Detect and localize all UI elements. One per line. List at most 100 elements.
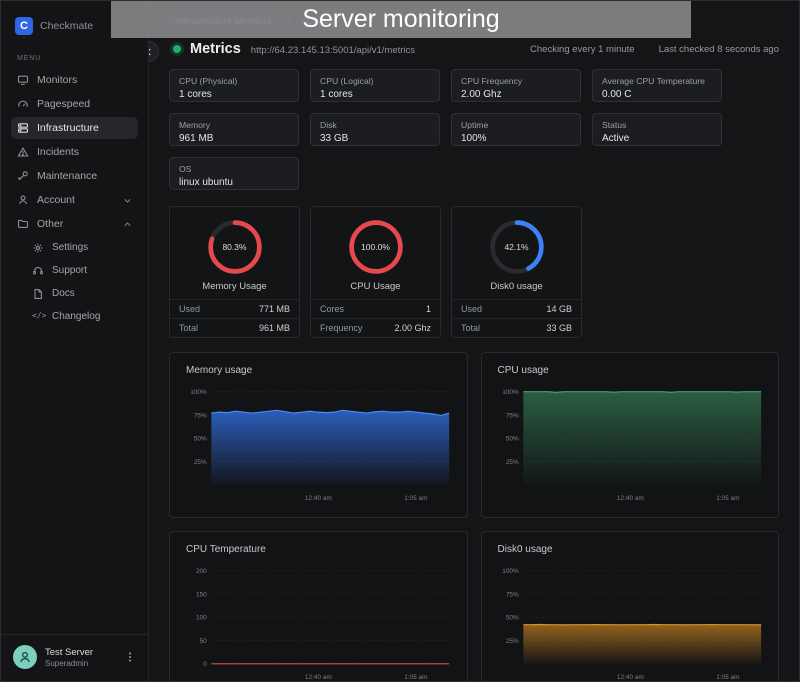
svg-text:75%: 75% [505, 412, 518, 419]
sidebar: C Checkmate MENU Monitors Pagespeed Infr… [1, 1, 149, 681]
svg-text:100: 100 [196, 615, 207, 622]
stat-card-os: OS linux ubuntu [169, 157, 299, 190]
gauge-percent: 42.1% [487, 217, 547, 277]
kebab-menu-icon[interactable] [124, 651, 136, 663]
stat-card-disk: Disk 33 GB [310, 113, 440, 146]
sidebar-sub-items: Settings Support Docs </> Changelog [11, 237, 138, 329]
stat-value: 961 MB [179, 133, 289, 144]
gauge-kv-value: 1 [426, 304, 431, 314]
changelog-code-icon: </> [32, 311, 44, 323]
gauge-card-memory-usage: 80.3% Memory Usage Used 771 MB Total 961… [169, 206, 300, 338]
stat-label: Uptime [461, 120, 571, 130]
user-role: Superadmin [45, 659, 93, 668]
gauges-row: 80.3% Memory Usage Used 771 MB Total 961… [169, 206, 779, 338]
sidebar-item-label: Support [52, 265, 87, 276]
page-header: Metrics http://64.23.145.13:5001/api/v1/… [169, 41, 779, 57]
sidebar-item-label: Incidents [37, 146, 79, 158]
gauge-percent: 80.3% [205, 217, 265, 277]
svg-text:12:40 am: 12:40 am [616, 674, 643, 681]
sidebar-item-changelog[interactable]: </> Changelog [26, 306, 138, 327]
disk0-usage-chart: 25%50%75%100%12:40 am1:05 am [492, 561, 769, 681]
menu-section-label: MENU [11, 51, 138, 69]
gauge-row-total: Total 961 MB [170, 318, 299, 337]
stat-label: Status [602, 120, 712, 130]
sidebar-item-account[interactable]: Account [11, 189, 138, 211]
stat-value: 1 cores [320, 89, 430, 100]
sidebar-item-incidents[interactable]: Incidents [11, 141, 138, 163]
headset-icon [32, 265, 44, 277]
chevron-up-icon [123, 220, 132, 229]
gauge-title: Disk0 usage [452, 279, 581, 299]
sidebar-item-label: Other [37, 218, 63, 230]
gauge-kv-value: 2.00 Ghz [394, 323, 431, 333]
disk-gauge: 42.1% [487, 217, 547, 277]
svg-text:50%: 50% [505, 436, 518, 443]
sidebar-collapse-button[interactable] [149, 41, 159, 62]
cpu-usage-chart: 25% 50% 75% 100% 12:40 am 1:05 am [492, 382, 769, 508]
svg-text:1:05 am: 1:05 am [716, 495, 740, 502]
stat-card-avg-cpu-temperature: Average CPU Temperature 0.00 C [592, 69, 722, 102]
sidebar-item-label: Changelog [52, 311, 100, 322]
main-content: Infrastructure Monitors > Details Metric… [149, 1, 799, 681]
svg-text:0: 0 [203, 661, 207, 668]
sidebar-item-infrastructure[interactable]: Infrastructure [11, 117, 138, 139]
gauge-kv-value: 961 MB [259, 323, 290, 333]
stat-label: CPU (Logical) [320, 76, 430, 86]
stat-card-cpu-logical: CPU (Logical) 1 cores [310, 69, 440, 102]
stat-value: 2.00 Ghz [461, 89, 571, 100]
incidents-icon [17, 146, 29, 158]
sidebar-item-label: Pagespeed [37, 98, 90, 110]
sidebar-item-maintenance[interactable]: Maintenance [11, 165, 138, 187]
gauge-title: CPU Usage [311, 279, 440, 299]
stat-card-memory: Memory 961 MB [169, 113, 299, 146]
stat-card-cpu-physical: CPU (Physical) 1 cores [169, 69, 299, 102]
sidebar-item-pagespeed[interactable]: Pagespeed [11, 93, 138, 115]
sidebar-item-label: Docs [52, 288, 75, 299]
charts-grid: Memory usage 25% 50% 75% 100% 12:40 am 1:05 a… [169, 352, 779, 681]
sidebar-item-monitors[interactable]: Monitors [11, 69, 138, 91]
svg-text:12:40 am: 12:40 am [305, 674, 332, 681]
stat-value: 1 cores [179, 89, 289, 100]
memory-usage-chart: 25%50%75%100%12:40 am1:05 am [180, 382, 457, 508]
stat-label: Disk [320, 120, 430, 130]
chart-title: CPU Temperature [186, 544, 457, 555]
svg-text:200: 200 [196, 568, 207, 575]
sidebar-item-label: Settings [52, 242, 88, 253]
sidebar-item-label: Monitors [37, 74, 77, 86]
monitor-url: http://64.23.145.13:5001/api/v1/metrics [251, 45, 415, 56]
gauge-row-frequency: Frequency 2.00 Ghz [311, 318, 440, 337]
gauge-card-disk0-usage: 42.1% Disk0 usage Used 14 GB Total 33 GB [451, 206, 582, 338]
stat-card-uptime: Uptime 100% [451, 113, 581, 146]
svg-text:1:05 am: 1:05 am [404, 495, 428, 502]
chart-cpu-usage: CPU usage 25%50%75%100%12:40 am1:05 am [481, 352, 780, 518]
gauge-card-cpu-usage: 100.0% CPU Usage Cores 1 Frequency 2.00 … [310, 206, 441, 338]
stat-value: 0.00 C [602, 89, 712, 100]
gauge-row-cores: Cores 1 [311, 299, 440, 318]
stat-value: linux ubuntu [179, 177, 289, 188]
gauge-kv-key: Total [179, 323, 198, 333]
svg-text:50: 50 [200, 638, 207, 645]
app-name: Checkmate [40, 20, 93, 32]
sidebar-item-docs[interactable]: Docs [26, 283, 138, 304]
stat-label: Average CPU Temperature [602, 76, 712, 86]
folder-icon [17, 218, 29, 230]
chart-title: Disk0 usage [498, 544, 769, 555]
svg-text:1:05 am: 1:05 am [404, 674, 428, 681]
sidebar-item-settings[interactable]: Settings [26, 237, 138, 258]
svg-text:12:40 am: 12:40 am [616, 495, 643, 502]
page-title: Metrics [190, 41, 241, 57]
svg-text:100%: 100% [502, 568, 519, 575]
svg-text:100%: 100% [190, 389, 207, 396]
user-name: Test Server [45, 647, 93, 658]
chart-title: Memory usage [186, 365, 457, 376]
stat-label: CPU (Physical) [179, 76, 289, 86]
gauge-kv-value: 14 GB [546, 304, 572, 314]
gauge-percent: 100.0% [346, 217, 406, 277]
avatar[interactable] [13, 645, 37, 669]
sidebar-item-other[interactable]: Other [11, 213, 138, 235]
sidebar-item-label: Maintenance [37, 170, 97, 182]
sidebar-item-support[interactable]: Support [26, 260, 138, 281]
svg-text:25%: 25% [505, 459, 518, 466]
svg-text:100%: 100% [502, 389, 519, 396]
stat-label: OS [179, 164, 289, 174]
